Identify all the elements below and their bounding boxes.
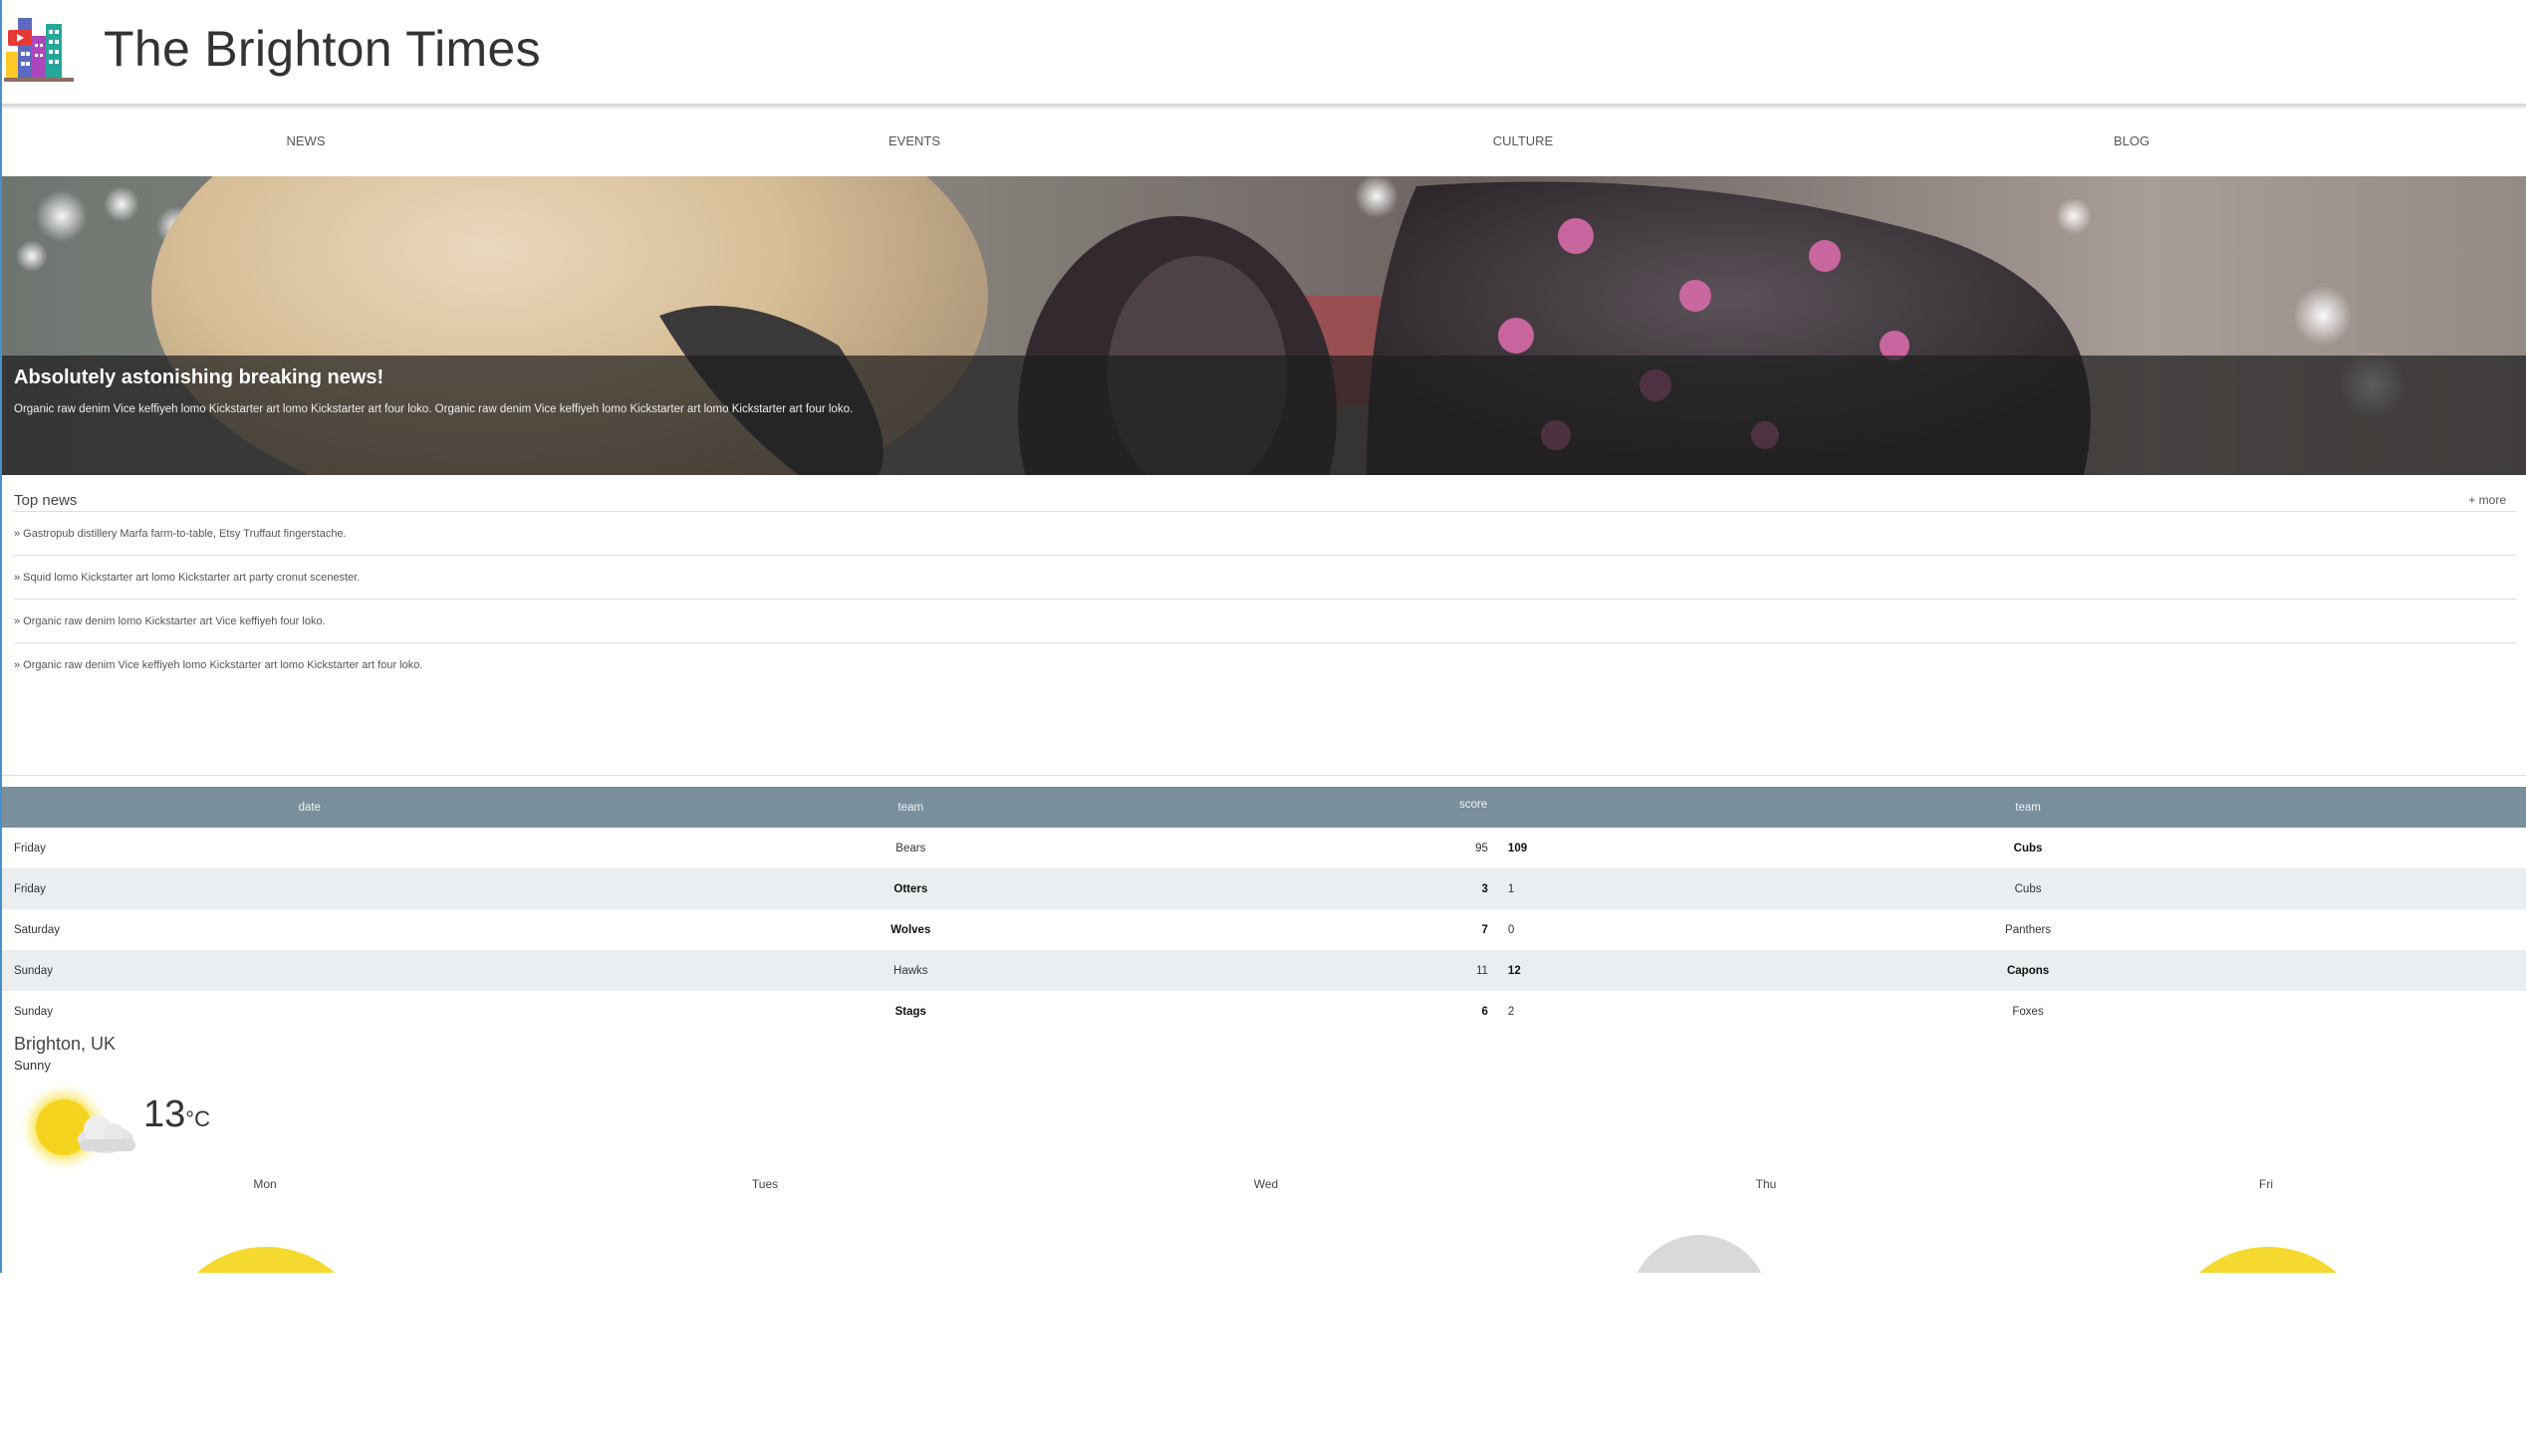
hero-headline[interactable]: Absolutely astonishing breaking news! — [14, 366, 383, 389]
table-row: Friday Bears 95 109 Cubs — [2, 828, 2526, 868]
weather-condition: Sunny — [14, 1058, 51, 1073]
nav-item-blog[interactable]: BLOG — [2114, 133, 2149, 148]
header-team-away: team — [1528, 787, 2526, 828]
cell-date: Sunday — [13, 950, 606, 991]
weather-temperature: 13°C — [143, 1093, 210, 1136]
forecast-day-fri: Fri — [2259, 1177, 2273, 1191]
site-header: The Brighton Times — [2, 0, 2526, 106]
header-team-home: team — [605, 787, 1217, 828]
cell-date: Sunday — [13, 1005, 53, 1018]
cell-team-away: Capons — [1528, 950, 2526, 991]
hero-banner[interactable]: Absolutely astonishing breaking news! Or… — [2, 176, 2526, 475]
spacer — [2, 787, 14, 828]
news-item[interactable]: » Organic raw denim lomo Kickstarter art… — [14, 599, 2516, 642]
city-logo-icon[interactable] — [4, 12, 74, 84]
spacer — [2, 991, 14, 1032]
table-row: Sunday Stags 6 2 Foxes — [2, 991, 2526, 1032]
table-row: Saturday Wolves 7 0 Panthers — [2, 909, 2526, 950]
forecast-day-wed: Wed — [1253, 1177, 1279, 1191]
cell-score-away: 12 — [1491, 950, 1529, 991]
spacer — [2, 909, 14, 950]
news-item[interactable]: » Organic raw denim Vice keffiyeh lomo K… — [14, 642, 2516, 686]
nav-item-culture[interactable]: CULTURE — [1493, 133, 1553, 148]
cell-team-away: Foxes — [2012, 1005, 2044, 1018]
scores-header-row: date team score team — [2, 787, 2526, 828]
forecast-day-tues: Tues — [751, 1177, 779, 1191]
forecast-day-mon: Mon — [253, 1177, 277, 1191]
nav-item-news[interactable]: NEWS — [287, 133, 326, 148]
news-item[interactable]: » Squid lomo Kickstarter art lomo Kickst… — [14, 555, 2516, 599]
temperature-value: 13 — [143, 1093, 186, 1135]
header-date: date — [13, 787, 606, 828]
sun-icon — [161, 1247, 371, 1273]
nav-item-events[interactable]: EVENTS — [888, 133, 940, 148]
page: The Brighton Times NEWS EVENTS CULTURE B… — [0, 0, 2526, 1273]
cell-score-home: 11 — [1216, 950, 1492, 991]
cell-team-away: Cubs — [1528, 868, 2526, 909]
cell-team-home: Wolves — [890, 923, 931, 936]
cell-score-away: 1 — [1491, 868, 1529, 909]
table-row: Sunday Hawks 11 12 Capons — [2, 950, 2526, 991]
more-news-link[interactable]: + more — [2468, 493, 2506, 507]
site-title: The Brighton Times — [104, 21, 541, 77]
top-news-title: Top news — [14, 492, 78, 509]
temperature-unit: °C — [185, 1106, 210, 1131]
cell-date: Saturday — [13, 923, 60, 936]
cell-score-home: 6 — [1481, 1005, 1488, 1018]
sun-icon — [2163, 1247, 2373, 1273]
top-news-list: » Gastropub distillery Marfa farm-to-tab… — [14, 511, 2516, 686]
table-row: Friday Otters 3 1 Cubs — [2, 868, 2526, 909]
scores-table: date team score team Friday Bears 95 109 Cub… — [2, 787, 2526, 1032]
cell-date: Friday — [13, 868, 606, 909]
cell-team-home: Bears — [895, 842, 926, 854]
cell-date: Friday — [13, 842, 46, 854]
cell-score-home: 3 — [1216, 868, 1492, 909]
forecast-day-thu: Thu — [1755, 1177, 1777, 1191]
cloud-icon — [1630, 1235, 1769, 1273]
cell-score-away: 109 — [1507, 842, 1528, 854]
section-divider — [2, 775, 2526, 776]
hero-summary: Organic raw denim Vice keffiyeh lomo Kic… — [14, 403, 854, 415]
cell-score-away: 2 — [1507, 1005, 1515, 1018]
cell-team-away: Panthers — [2005, 923, 2052, 936]
header-score: score — [1216, 787, 1529, 828]
main-nav: NEWS EVENTS CULTURE BLOG — [2, 108, 2526, 175]
news-item[interactable]: » Gastropub distillery Marfa farm-to-tab… — [14, 511, 2516, 555]
sun-cloud-icon — [18, 1082, 135, 1173]
weather-location: Brighton, UK — [14, 1034, 117, 1054]
spacer — [2, 868, 14, 909]
cell-team-home: Hawks — [605, 950, 1217, 991]
spacer — [2, 828, 14, 868]
cell-score-away: 0 — [1507, 923, 1515, 936]
cell-team-away: Cubs — [2013, 842, 2043, 854]
cell-team-home: Stags — [894, 1005, 926, 1018]
cell-score-home: 7 — [1481, 923, 1488, 936]
cell-team-home: Otters — [605, 868, 1217, 909]
cell-score-home: 95 — [1475, 842, 1488, 854]
spacer — [2, 950, 14, 991]
header-score-label: score — [1459, 799, 1488, 811]
